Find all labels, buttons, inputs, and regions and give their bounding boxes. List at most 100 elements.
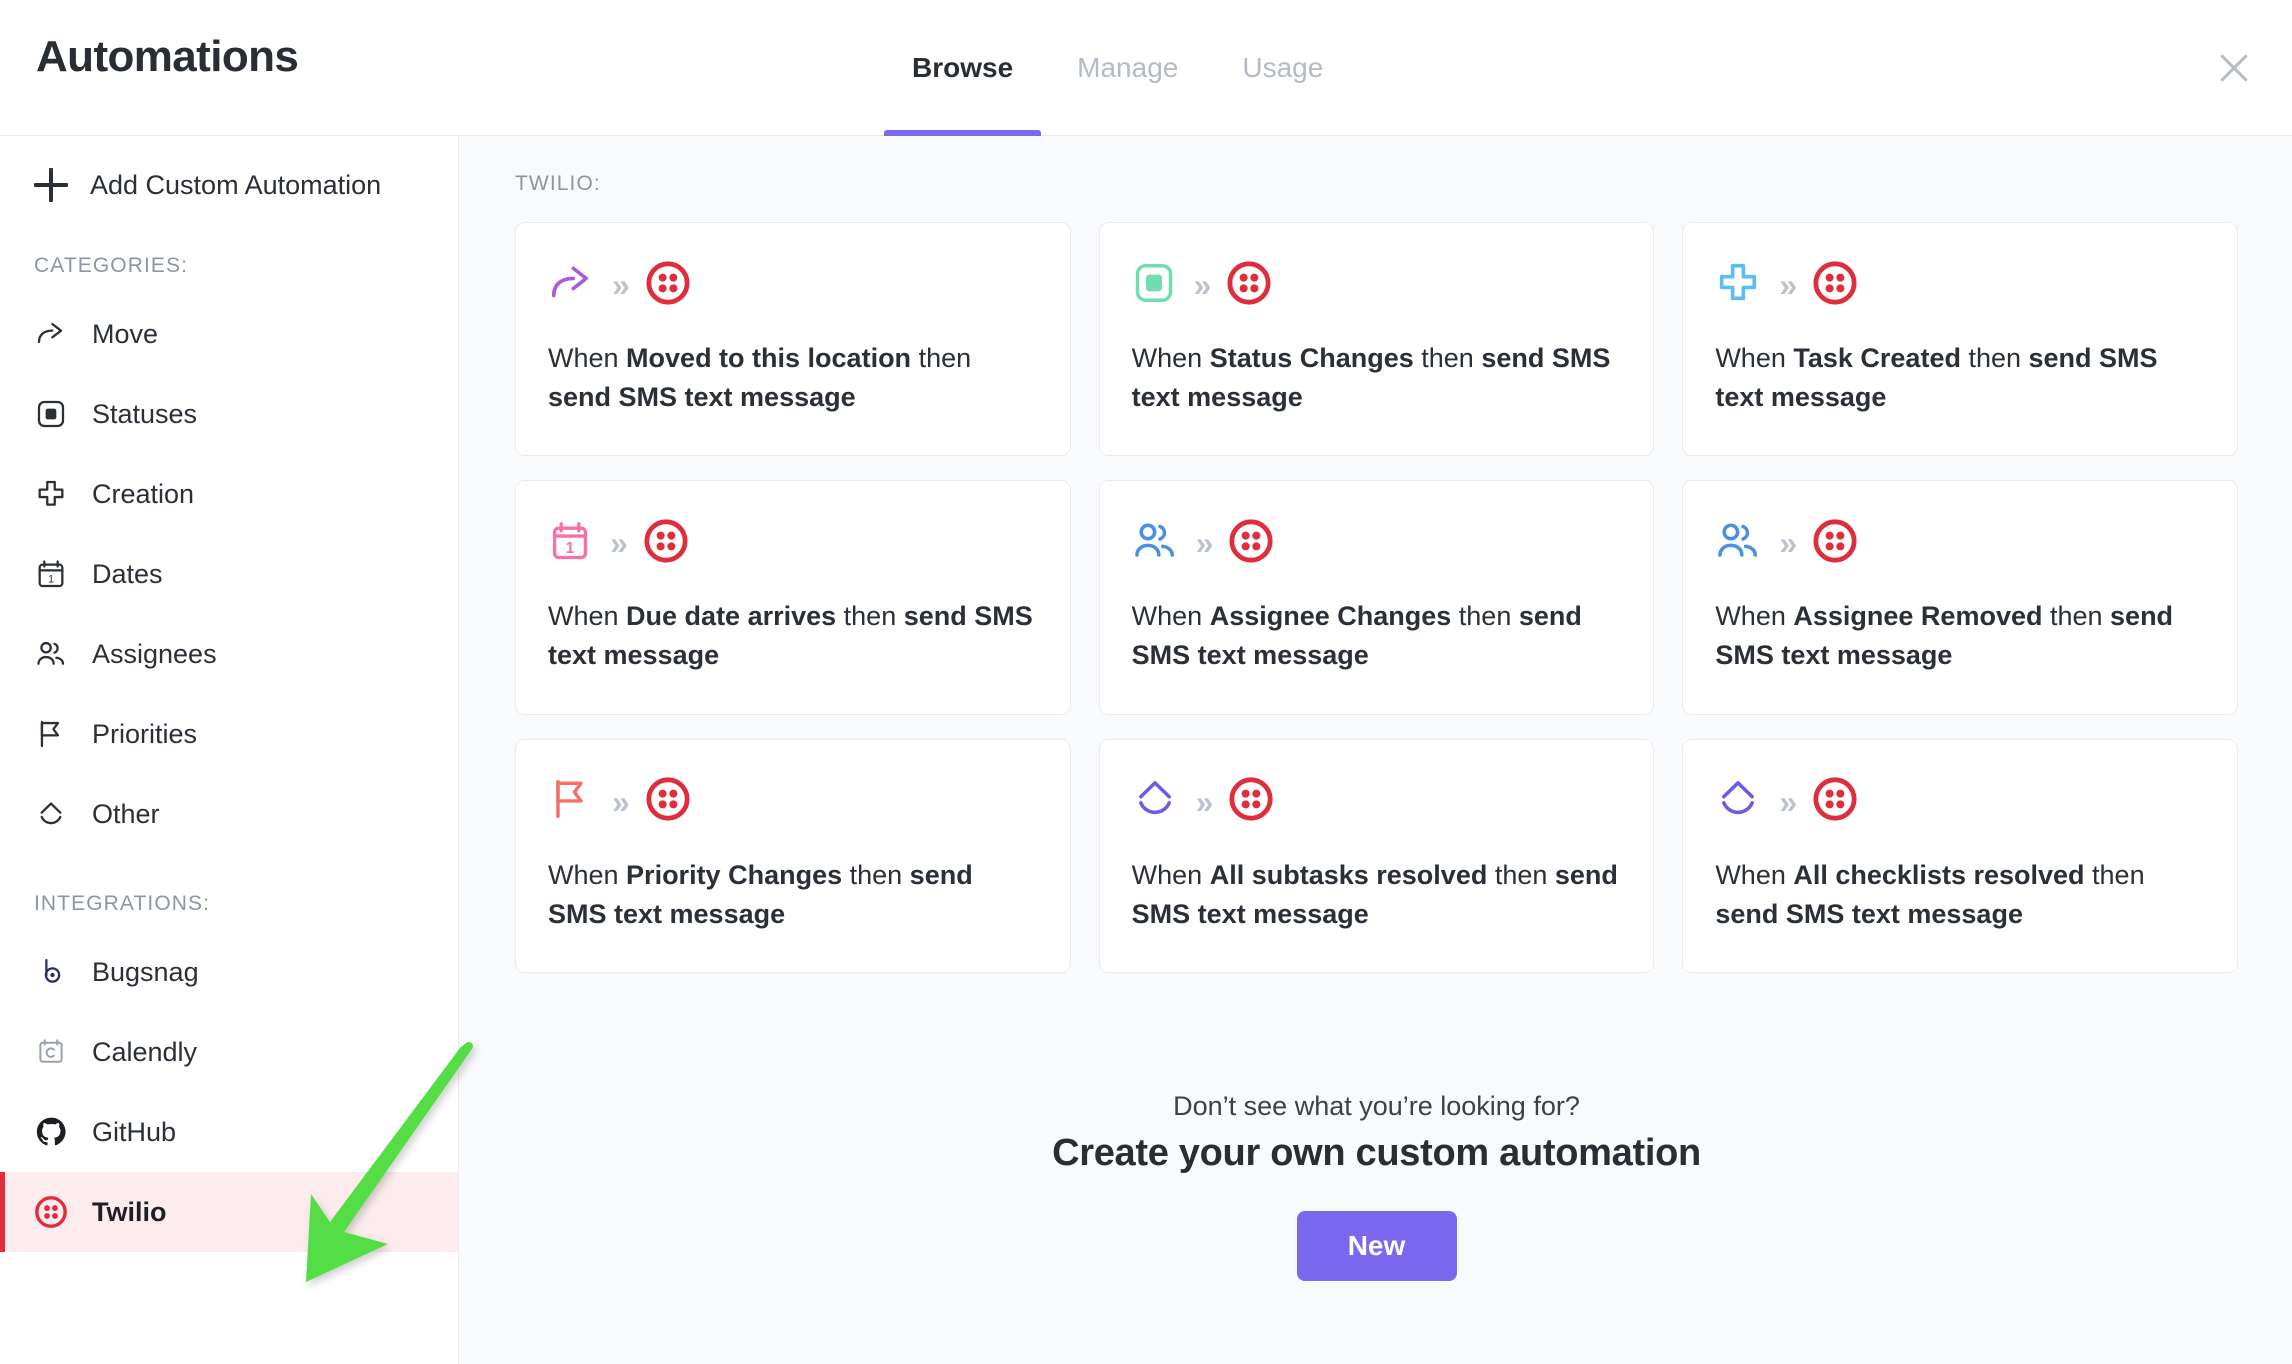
card-description: When Status Changes then send SMS text m… <box>1132 339 1622 417</box>
card-prefix: When <box>1131 601 1210 632</box>
cta-title: Create your own custom automation <box>1052 1131 1701 1174</box>
sidebar-item-label: Other <box>92 798 160 829</box>
card-prefix: When <box>1715 343 1794 373</box>
categories-section-label: CATEGORIES: <box>34 254 189 277</box>
twilio-icon <box>34 1195 68 1229</box>
sidebar-item-creation[interactable]: Creation <box>0 454 458 534</box>
automation-card[interactable]: » When Moved to this location then send … <box>515 222 1071 457</box>
status-square-icon <box>34 397 68 431</box>
twilio-icon <box>1812 776 1858 827</box>
plus-thick-icon <box>1715 260 1761 311</box>
tab-usage[interactable]: Usage <box>1210 0 1355 136</box>
sidebar-item-label: Dates <box>92 558 163 589</box>
custom-automation-cta: Don’t see what you’re looking for? Creat… <box>515 1091 2238 1281</box>
github-icon <box>34 1115 68 1149</box>
card-description: When All subtasks resolved then send SMS… <box>1132 856 1622 934</box>
sidebar-item-priorities[interactable]: Priorities <box>0 694 458 774</box>
chevrons-right-icon: » <box>1779 267 1797 303</box>
share-arrow-icon <box>34 317 68 351</box>
card-icon-row: » <box>1715 257 2205 313</box>
automation-card-grid: » When Moved to this location then send … <box>515 222 2238 973</box>
modal-header: Automations Browse Manage Usage <box>0 0 2292 136</box>
card-trigger: Assignee Removed <box>1793 601 2043 632</box>
close-icon[interactable] <box>2210 44 2258 92</box>
modal-body: Add Custom Automation CATEGORIES: Move S… <box>0 136 2292 1364</box>
sidebar-item-label: Creation <box>92 478 195 509</box>
bugsnag-icon <box>34 955 68 989</box>
sidebar-item-dates[interactable]: 1 Dates <box>0 534 458 614</box>
svg-text:1: 1 <box>48 574 54 586</box>
card-trigger: Moved to this location <box>626 343 912 373</box>
card-prefix: When <box>548 343 627 373</box>
card-middle: then <box>1960 343 2029 373</box>
main-panel: TWILIO: » When Moved to this location th… <box>459 136 2292 1364</box>
card-prefix: When <box>548 601 627 632</box>
card-icon-row: » <box>1132 515 1622 571</box>
sidebar-item-label: Move <box>92 318 159 349</box>
cta-subtitle: Don’t see what you’re looking for? <box>1173 1090 1580 1121</box>
card-middle: then <box>1451 601 1519 632</box>
card-description: When All checklists resolved then send S… <box>1715 856 2205 934</box>
twilio-icon <box>1226 260 1272 311</box>
card-middle: then <box>2042 601 2111 632</box>
card-prefix: When <box>1715 859 1794 890</box>
integrations-section-label: INTEGRATIONS: <box>34 892 211 915</box>
automation-card[interactable]: 1 » When Due date arrives then send SMS … <box>515 480 1071 715</box>
sidebar-item-move[interactable]: Move <box>0 294 458 374</box>
tab-bar: Browse Manage Usage <box>880 0 1355 136</box>
tab-browse[interactable]: Browse <box>880 0 1045 136</box>
card-description: When Task Created then send SMS text mes… <box>1715 339 2205 417</box>
new-automation-button[interactable]: New <box>1296 1210 1457 1281</box>
card-middle: then <box>2084 859 2145 890</box>
twilio-icon <box>1228 518 1274 569</box>
card-trigger: Status Changes <box>1209 343 1414 373</box>
flag-icon <box>548 776 594 827</box>
add-custom-automation-button[interactable]: Add Custom Automation <box>0 154 458 216</box>
share-arrow-icon <box>548 260 594 311</box>
sidebar-item-statuses[interactable]: Statuses <box>0 374 458 454</box>
card-middle: then <box>836 601 904 632</box>
chevrons-icon <box>34 797 68 831</box>
card-prefix: When <box>1715 601 1794 632</box>
automation-card[interactable]: » When Assignee <box>1098 480 1655 715</box>
chevrons-icon <box>1715 776 1761 827</box>
twilio-icon <box>1812 518 1858 569</box>
twilio-icon <box>1812 260 1858 311</box>
twilio-group-label: TWILIO: <box>515 172 601 195</box>
card-icon-row: 1 » <box>548 515 1038 571</box>
sidebar-item-label: Assignees <box>92 638 217 669</box>
card-icon-row: » <box>1715 515 2205 571</box>
sidebar: Add Custom Automation CATEGORIES: Move S… <box>0 136 459 1364</box>
automation-card[interactable]: » When Task Created then send SMS text m… <box>1682 222 2238 457</box>
card-description: When Assignee Removed then send SMS text… <box>1715 597 2205 675</box>
automation-card[interactable]: » When Assignee <box>1682 480 2238 715</box>
plus-icon <box>34 168 68 202</box>
card-prefix: When <box>1131 859 1210 890</box>
sidebar-item-github[interactable]: GitHub <box>0 1092 458 1172</box>
plus-thick-icon <box>34 477 68 511</box>
tab-manage[interactable]: Manage <box>1045 0 1210 136</box>
card-description: When Priority Changes then send SMS text… <box>548 856 1038 934</box>
status-square-icon <box>1132 261 1176 310</box>
automations-modal: Automations Browse Manage Usage Add Cust… <box>0 0 2292 1364</box>
people-icon <box>1132 518 1178 569</box>
card-trigger: All subtasks resolved <box>1209 859 1488 890</box>
automation-card[interactable]: » When All checklists resolved then send… <box>1682 738 2238 973</box>
automation-card[interactable]: » When Priority Changes then send SMS te… <box>515 738 1071 973</box>
chevrons-right-icon: » <box>1779 783 1797 820</box>
chevrons-right-icon: » <box>1195 783 1214 820</box>
twilio-icon <box>645 776 691 827</box>
sidebar-item-other[interactable]: Other <box>0 774 458 854</box>
automation-card[interactable]: » When All subtasks resolved then send S… <box>1098 738 1655 973</box>
twilio-icon <box>1228 776 1274 827</box>
card-icon-row: » <box>1132 257 1622 313</box>
people-icon <box>1715 518 1761 569</box>
twilio-icon <box>643 518 689 569</box>
chevrons-icon <box>1132 776 1178 827</box>
sidebar-item-calendly[interactable]: Calendly <box>0 1012 458 1092</box>
sidebar-item-assignees[interactable]: Assignees <box>0 614 458 694</box>
automation-card[interactable]: » When Status Changes then send SMS text… <box>1098 222 1655 457</box>
chevrons-right-icon: » <box>1195 525 1214 562</box>
sidebar-item-bugsnag[interactable]: Bugsnag <box>0 932 458 1012</box>
sidebar-item-twilio[interactable]: Twilio <box>0 1172 458 1252</box>
